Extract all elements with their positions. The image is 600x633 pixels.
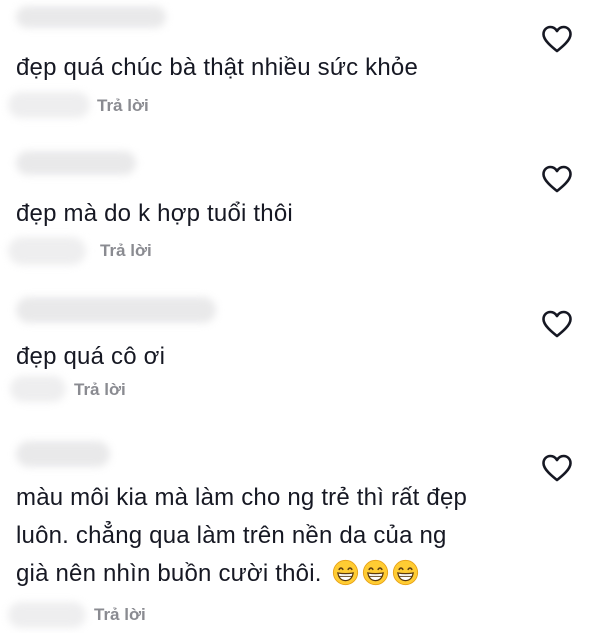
timestamp-blurred <box>8 237 86 265</box>
reply-button[interactable]: Trả lời <box>74 380 126 400</box>
grinning-face-emoji-icon <box>392 559 418 586</box>
comment-text: màu môi kia mà làm cho ng trẻ thì rất đẹ… <box>16 479 467 593</box>
username-blurred[interactable] <box>16 441 110 467</box>
username-blurred[interactable] <box>16 297 216 323</box>
timestamp-blurred <box>8 92 90 118</box>
username-blurred[interactable] <box>16 6 166 28</box>
comment-text: đẹp quá chúc bà thật nhiều sức khỏe <box>16 49 418 87</box>
heart-icon[interactable] <box>540 309 574 339</box>
comment-item: đẹp quá chúc bà thật nhiều sức khỏe Trả … <box>0 0 600 135</box>
reply-button[interactable]: Trả lời <box>94 605 146 625</box>
comment-line: đẹp quá chúc bà thật nhiều sức khỏe <box>16 54 419 81</box>
comment-item: màu môi kia mà làm cho ng trẻ thì rất đẹ… <box>0 425 600 633</box>
comment-line: màu môi kia mà làm cho ng trẻ thì rất đẹ… <box>16 484 468 511</box>
comment-line: đẹp mà do k hợp tuổi thôi <box>16 200 293 227</box>
heart-icon[interactable] <box>540 24 574 54</box>
comment-text: đẹp quá cô ơi <box>16 338 165 376</box>
timestamp-blurred <box>10 376 66 402</box>
reply-button[interactable]: Trả lời <box>97 96 149 116</box>
comment-item: đẹp mà do k hợp tuổi thôi Trả lời <box>0 135 600 285</box>
comment-line: già nên nhìn buồn cười thôi. <box>16 560 322 587</box>
heart-icon[interactable] <box>540 453 574 483</box>
comment-line: luôn. chẳng qua làm trên nền da của ng <box>16 522 447 549</box>
grinning-face-emoji-icon <box>332 559 358 586</box>
comment-text: đẹp mà do k hợp tuổi thôi <box>16 195 293 233</box>
username-blurred[interactable] <box>16 151 136 175</box>
reply-button[interactable]: Trả lời <box>100 241 152 261</box>
comment-line: đẹp quá cô ơi <box>16 343 166 370</box>
grinning-face-emoji-icon <box>362 559 388 586</box>
timestamp-blurred <box>8 602 86 628</box>
comment-item: đẹp quá cô ơi Trả lời <box>0 285 600 425</box>
heart-icon[interactable] <box>540 164 574 194</box>
comment-line-with-emoji: già nên nhìn buồn cười thôi. <box>16 555 467 593</box>
